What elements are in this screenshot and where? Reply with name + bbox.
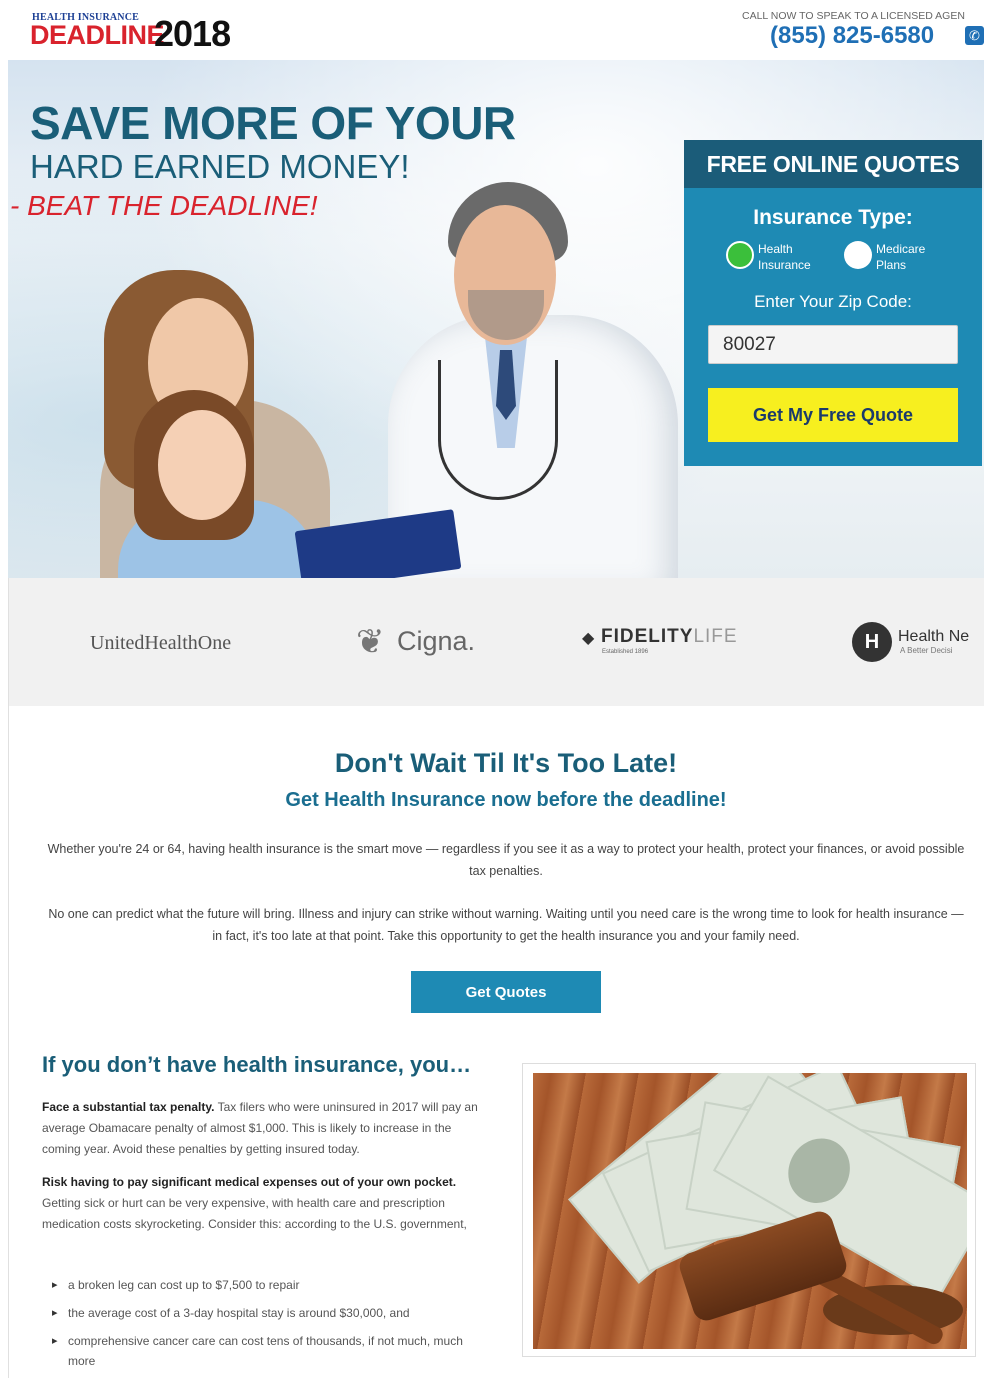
- radio-label-line1: Health: [758, 242, 793, 256]
- radio-medicare-plans[interactable]: [844, 241, 872, 269]
- stethoscope: [438, 360, 558, 500]
- site-logo[interactable]: HEALTH INSURANCE DEADLINE 2018: [30, 8, 250, 54]
- quote-form-title: FREE ONLINE QUOTES: [684, 140, 982, 188]
- insurance-type-label: Insurance Type:: [753, 206, 913, 229]
- radio-label-line1: Medicare: [876, 242, 926, 256]
- healthnetwork-subtitle: A Better Decisi: [900, 646, 953, 655]
- tax-penalty-lead: Face a substantial tax penalty.: [42, 1100, 215, 1114]
- intro-paragraph: Whether you're 24 or 64, having health i…: [47, 842, 965, 878]
- cigna-tree-icon: ❦: [356, 623, 385, 661]
- fidelity-text: FIDELITY: [601, 626, 694, 647]
- quote-form: FREE ONLINE QUOTES Insurance Type: Healt…: [684, 140, 982, 466]
- medical-expense-lead: Risk having to pay significant medical e…: [42, 1175, 457, 1189]
- medical-expense-paragraph: Risk having to pay significant medical e…: [42, 1172, 492, 1235]
- radio-health-insurance-label[interactable]: Health Insurance: [758, 241, 811, 273]
- radio-label-line2: Insurance: [758, 258, 811, 272]
- radio-label-line2: Plans: [876, 258, 907, 272]
- logo-year: 2018: [154, 13, 231, 54]
- site-header: HEALTH INSURANCE DEADLINE 2018 CALL NOW …: [0, 0, 984, 60]
- money-gavel-image: [533, 1073, 967, 1349]
- page-left-border: [8, 578, 9, 1378]
- list-item: a broken leg can cost up to $7,500 to re…: [52, 1275, 482, 1295]
- unitedhealthone-logo: UnitedHealthOne: [90, 632, 232, 654]
- radio-health-insurance[interactable]: [726, 241, 754, 269]
- medical-expense-text: Getting sick or hurt can be very expensi…: [42, 1196, 467, 1231]
- get-quotes-button[interactable]: Get Quotes: [411, 971, 601, 1013]
- section-title: Don't Wait Til It's Too Late!: [334, 748, 678, 778]
- list-item: comprehensive cancer care can cost tens …: [52, 1331, 482, 1371]
- logo-main-text: DEADLINE: [30, 20, 165, 50]
- hero-tagline: - BEAT THE DEADLINE!: [10, 190, 318, 221]
- healthnetwork-logo: Health Ne: [898, 628, 970, 645]
- fidelity-life-text: LIFE: [693, 626, 738, 647]
- warning-paragraph: No one can predict what the future will …: [48, 907, 964, 943]
- call-now-label: CALL NOW TO SPEAK TO A LICENSED AGEN: [742, 10, 965, 22]
- phone-number[interactable]: (855) 825-6580: [770, 22, 934, 50]
- zip-code-label: Enter Your Zip Code:: [754, 292, 912, 311]
- hero-subheadline: HARD EARNED MONEY!: [30, 148, 410, 185]
- cost-examples-list: a broken leg can cost up to $7,500 to re…: [52, 1275, 482, 1378]
- hero-headline: SAVE MORE OF YOUR: [30, 97, 516, 149]
- radio-medicare-plans-label[interactable]: Medicare Plans: [876, 241, 925, 273]
- cigna-logo: Cigna.: [397, 626, 476, 656]
- consequences-title: If you don’t have health insurance, you…: [42, 1052, 472, 1077]
- fidelity-leaf-icon: ◆: [582, 630, 595, 647]
- healthnetwork-mark-icon: H: [852, 622, 892, 662]
- money-gavel-image-frame: [522, 1063, 976, 1357]
- girl-face: [158, 410, 246, 520]
- tax-penalty-paragraph: Face a substantial tax penalty. Tax file…: [42, 1097, 492, 1160]
- get-free-quote-button[interactable]: Get My Free Quote: [708, 388, 958, 442]
- section-subtitle: Get Health Insurance now before the dead…: [285, 789, 727, 811]
- fidelity-life-logo: FIDELITYLIFE: [601, 626, 738, 648]
- partner-logos-bar: UnitedHealthOne ❦ Cigna. ◆ FIDELITYLIFE …: [8, 578, 984, 706]
- list-item: the average cost of a 3-day hospital sta…: [52, 1303, 482, 1323]
- fidelity-subtitle: Established 1896: [602, 649, 649, 655]
- zip-code-input[interactable]: [708, 325, 958, 364]
- phone-icon[interactable]: ✆: [965, 26, 984, 45]
